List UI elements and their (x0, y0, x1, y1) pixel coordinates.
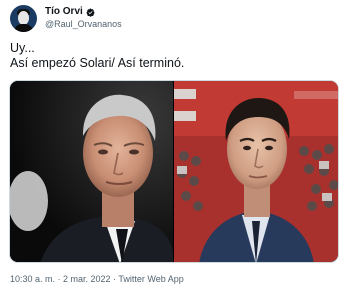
user-handle[interactable]: @Raul_Orvananos (45, 18, 122, 30)
photo-young-man-illustration (174, 81, 338, 262)
avatar-face (18, 10, 29, 25)
photo-older-man[interactable] (10, 81, 173, 262)
media-grid (9, 80, 339, 263)
tweet-text: Uy... Así empezó Solari/ Así terminó. (10, 41, 340, 71)
display-name[interactable]: Tío Orvi (45, 6, 83, 18)
photo-young-man[interactable] (174, 81, 338, 262)
display-name-row: Tío Orvi (45, 6, 122, 18)
tweet-text-line-1: Uy... (10, 41, 35, 55)
tweet-text-line-2: Así empezó Solari/ Así terminó. (10, 56, 185, 70)
tweet-card: Tío Orvi @Raul_Orvananos Uy... Así empez… (0, 0, 350, 295)
avatar[interactable] (10, 4, 37, 32)
avatar-body (14, 23, 33, 32)
tweet-timestamp[interactable]: 10:30 a. m. · 2 mar. 2022 · Twitter Web … (10, 274, 184, 284)
author-names: Tío Orvi @Raul_Orvananos (45, 6, 122, 30)
photo-older-man-illustration (10, 81, 173, 262)
tweet-header: Tío Orvi @Raul_Orvananos (10, 4, 122, 32)
verified-icon (86, 7, 95, 17)
